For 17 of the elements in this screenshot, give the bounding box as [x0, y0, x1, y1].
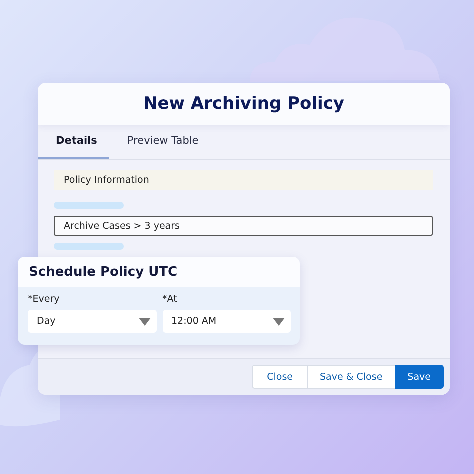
action-button[interactable]: Close	[252, 365, 308, 389]
placeholder-bar	[54, 202, 124, 209]
input-field[interactable]: Archive Cases > 3 years	[54, 216, 433, 236]
field-label: *Every	[28, 294, 61, 305]
dropdown-arrow-icon	[138, 318, 150, 326]
field-label: *At	[162, 294, 178, 305]
placeholder-bar	[54, 243, 124, 250]
section-header: Policy Information	[54, 170, 433, 190]
dropdown-arrow-icon	[273, 318, 285, 326]
panel-title: Schedule Policy UTC	[29, 264, 178, 280]
dropdown[interactable]: Day	[28, 310, 156, 333]
action-button[interactable]: Save & Close	[307, 365, 396, 389]
dialog-title: New Archiving Policy	[144, 94, 344, 114]
tab[interactable]: Details	[38, 125, 110, 159]
dropdown[interactable]: 12:00 AM	[162, 310, 291, 333]
tab[interactable]: Preview Table	[109, 125, 211, 159]
save-button[interactable]: Save	[394, 365, 444, 389]
